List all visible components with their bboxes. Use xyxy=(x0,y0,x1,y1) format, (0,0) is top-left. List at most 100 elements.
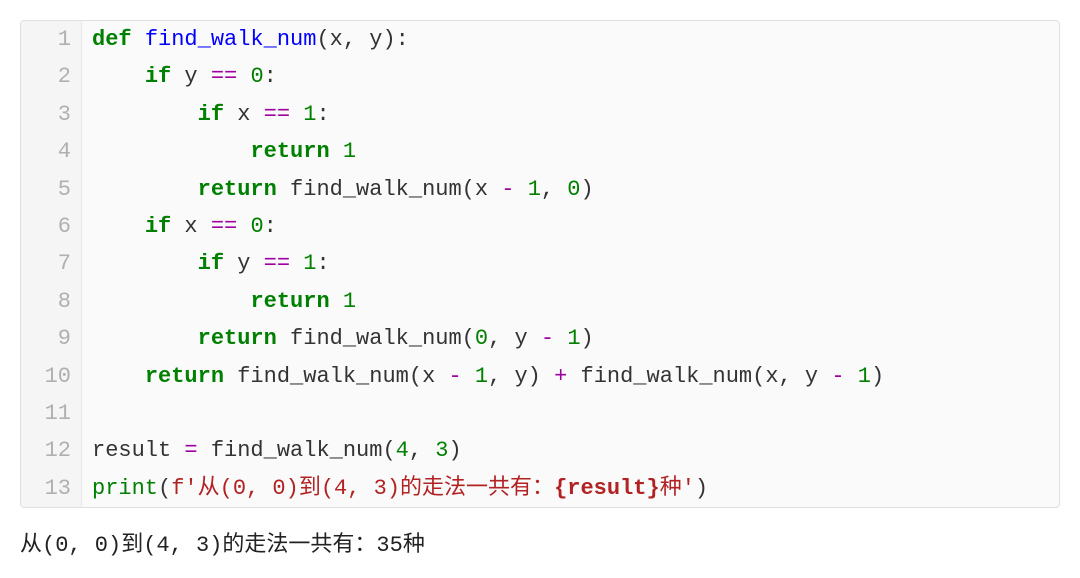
line-number: 3 xyxy=(21,96,82,133)
code-token: == xyxy=(211,214,237,239)
code-token xyxy=(92,102,198,127)
code-token: ( xyxy=(158,476,171,501)
code-line: 13print(f'从(0, 0)到(4, 3)的走法一共有：{result}种… xyxy=(21,470,1059,507)
code-token: result xyxy=(92,438,184,463)
code-token xyxy=(845,364,858,389)
code-token: y xyxy=(224,251,264,276)
code-token: find_walk_num( xyxy=(277,326,475,351)
code-line: 10 return find_walk_num(x - 1, y) + find… xyxy=(21,358,1059,395)
code-token: x xyxy=(224,102,264,127)
code-token: : xyxy=(316,251,329,276)
line-number: 1 xyxy=(21,21,82,58)
code-token xyxy=(92,289,250,314)
code-token: (x, y): xyxy=(316,27,408,52)
code-token: return xyxy=(198,326,277,351)
code-line: 8 return 1 xyxy=(21,283,1059,320)
code-line: 2 if y == 0: xyxy=(21,58,1059,95)
code-token: - xyxy=(501,177,514,202)
code-token xyxy=(237,64,250,89)
code-line: 11 xyxy=(21,395,1059,432)
code-token: = xyxy=(184,438,197,463)
line-number: 13 xyxy=(21,470,82,507)
code-token xyxy=(92,364,145,389)
code-token xyxy=(290,251,303,276)
code-token: return xyxy=(145,364,224,389)
code-token xyxy=(92,214,145,239)
code-line: 5 return find_walk_num(x - 1, 0) xyxy=(21,171,1059,208)
code-line: 4 return 1 xyxy=(21,133,1059,170)
line-code: return 1 xyxy=(82,283,356,320)
code-token: : xyxy=(264,214,277,239)
line-number: 4 xyxy=(21,133,82,170)
code-token: - xyxy=(541,326,554,351)
output-text: 从(0, 0)到(4, 3)的走法一共有：35种 xyxy=(20,526,1060,558)
line-code: if x == 0: xyxy=(82,208,277,245)
code-token: find_walk_num(x, y xyxy=(567,364,831,389)
line-number: 2 xyxy=(21,58,82,95)
code-token: if xyxy=(198,251,224,276)
code-token xyxy=(330,139,343,164)
code-token: 1 xyxy=(528,177,541,202)
line-code: result = find_walk_num(4, 3) xyxy=(82,432,462,469)
code-token: 3 xyxy=(435,438,448,463)
code-token: ) xyxy=(448,438,461,463)
line-code: return find_walk_num(x - 1, 0) xyxy=(82,171,594,208)
code-token xyxy=(237,214,250,239)
code-line: 6 if x == 0: xyxy=(21,208,1059,245)
code-token: 1 xyxy=(303,102,316,127)
code-line: 9 return find_walk_num(0, y - 1) xyxy=(21,320,1059,357)
code-token: 4 xyxy=(396,438,409,463)
code-token: : xyxy=(316,102,329,127)
line-number: 10 xyxy=(21,358,82,395)
code-token: 1 xyxy=(303,251,316,276)
code-token xyxy=(290,102,303,127)
code-token: y xyxy=(171,64,211,89)
line-number: 5 xyxy=(21,171,82,208)
code-token: , xyxy=(541,177,567,202)
code-token: return xyxy=(250,139,329,164)
code-line: 1def find_walk_num(x, y): xyxy=(21,21,1059,58)
code-token: print xyxy=(92,476,158,501)
code-token: {result} xyxy=(554,476,660,501)
code-token xyxy=(92,177,198,202)
line-code: return find_walk_num(0, y - 1) xyxy=(82,320,594,357)
code-token xyxy=(92,326,198,351)
code-token: 种' xyxy=(660,476,695,501)
code-block: 1def find_walk_num(x, y):2 if y == 0:3 i… xyxy=(20,20,1060,508)
code-token: 1 xyxy=(567,326,580,351)
line-code xyxy=(82,395,92,432)
code-line: 7 if y == 1: xyxy=(21,245,1059,282)
code-token: 0 xyxy=(567,177,580,202)
line-code: print(f'从(0, 0)到(4, 3)的走法一共有：{result}种') xyxy=(82,470,708,507)
line-code: return 1 xyxy=(82,133,356,170)
code-token: 1 xyxy=(343,289,356,314)
code-token: - xyxy=(831,364,844,389)
code-token xyxy=(92,139,250,164)
code-token: return xyxy=(250,289,329,314)
code-token: 0 xyxy=(475,326,488,351)
line-code: return find_walk_num(x - 1, y) + find_wa… xyxy=(82,358,884,395)
code-token: if xyxy=(198,102,224,127)
line-number: 11 xyxy=(21,395,82,432)
code-token: 0 xyxy=(250,64,263,89)
code-token: == xyxy=(211,64,237,89)
code-token: 1 xyxy=(343,139,356,164)
code-token: return xyxy=(198,177,277,202)
code-token xyxy=(132,27,145,52)
code-token: ) xyxy=(581,177,594,202)
line-number: 6 xyxy=(21,208,82,245)
code-token: f'从(0, 0)到(4, 3)的走法一共有： xyxy=(171,476,554,501)
line-number: 7 xyxy=(21,245,82,282)
code-token: find_walk_num xyxy=(145,27,317,52)
code-token xyxy=(554,326,567,351)
code-token: : xyxy=(264,64,277,89)
code-token xyxy=(514,177,527,202)
line-number: 12 xyxy=(21,432,82,469)
line-code: if y == 0: xyxy=(82,58,277,95)
code-token: 0 xyxy=(250,214,263,239)
code-token xyxy=(92,64,145,89)
code-token: + xyxy=(554,364,567,389)
code-token: , xyxy=(409,438,435,463)
code-token: == xyxy=(264,251,290,276)
line-code: if x == 1: xyxy=(82,96,330,133)
